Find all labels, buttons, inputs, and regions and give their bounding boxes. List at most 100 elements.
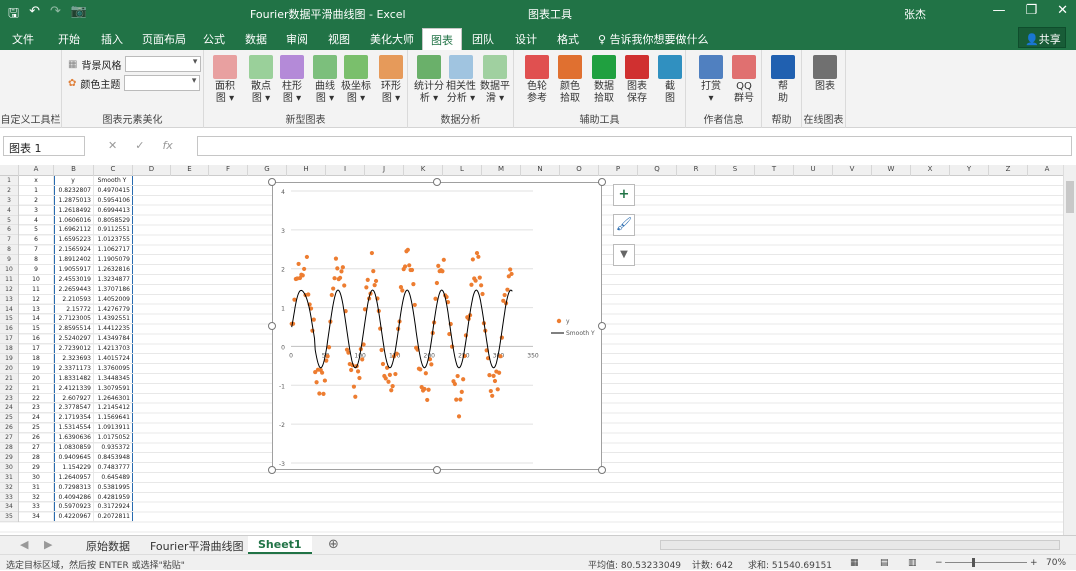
column-header[interactable]: E: [171, 165, 209, 176]
cell[interactable]: 15: [19, 324, 54, 334]
column-header[interactable]: X: [911, 165, 950, 176]
cell[interactable]: 0.4220967: [54, 512, 94, 522]
sheet-tab-sheet1[interactable]: Sheet1: [248, 536, 312, 554]
tab-design[interactable]: 设计: [515, 31, 537, 47]
cell[interactable]: 5: [19, 225, 54, 235]
column-header[interactable]: C: [94, 165, 133, 176]
column-header[interactable]: N: [521, 165, 560, 176]
bg-style-select[interactable]: [125, 56, 202, 72]
cell[interactable]: 0.4281959: [94, 492, 133, 502]
cell[interactable]: 1.4052009: [94, 294, 133, 304]
cell[interactable]: 2.607927: [54, 393, 94, 403]
row-header[interactable]: 26: [0, 423, 18, 434]
row-header[interactable]: 24: [0, 403, 18, 414]
cell[interactable]: 1.9055917: [54, 265, 94, 274]
scroll-right-icon[interactable]: ▶: [44, 538, 52, 551]
cell[interactable]: 6: [19, 235, 54, 245]
ribbon-button-donut-chart[interactable]: 环形 图 ▾: [376, 55, 406, 105]
cell[interactable]: 1.6390636: [54, 433, 94, 443]
resize-handle-tl[interactable]: [268, 178, 276, 186]
cell[interactable]: 16: [19, 334, 54, 344]
cell[interactable]: 1.154229: [54, 462, 94, 472]
column-header[interactable]: K: [404, 165, 443, 176]
tab-insert[interactable]: 插入: [101, 31, 123, 47]
cell[interactable]: 0.9112551: [94, 225, 133, 235]
tab-formulas[interactable]: 公式: [203, 31, 225, 47]
cell[interactable]: 0.4094286: [54, 492, 94, 502]
cell[interactable]: 1.4392551: [94, 314, 133, 324]
column-header[interactable]: W: [872, 165, 911, 176]
page-layout-view-icon[interactable]: ▤: [880, 558, 889, 568]
tell-me-box[interactable]: ♀ 告诉我你想要做什么: [598, 31, 709, 47]
column-header[interactable]: T: [755, 165, 794, 176]
cell[interactable]: 0.935372: [94, 443, 133, 452]
row-header[interactable]: 27: [0, 433, 18, 444]
cell[interactable]: 1.8912402: [54, 255, 94, 265]
cell[interactable]: 0.645489: [94, 472, 133, 482]
row-header[interactable]: 9: [0, 255, 18, 266]
cell[interactable]: 1.1905079: [94, 255, 133, 265]
ribbon-button-column-chart[interactable]: 柱形 图 ▾: [277, 55, 307, 105]
tab-view[interactable]: 视图: [328, 31, 350, 47]
row-header[interactable]: 19: [0, 354, 18, 364]
column-header[interactable]: L: [443, 165, 482, 176]
cell[interactable]: 18: [19, 354, 54, 363]
cell[interactable]: 1.3079591: [94, 383, 133, 393]
cell[interactable]: 1.0123755: [94, 235, 133, 245]
column-header[interactable]: O: [560, 165, 599, 176]
chart-filter-button[interactable]: ▼: [613, 244, 635, 266]
column-header[interactable]: A: [19, 165, 54, 176]
cell[interactable]: 31: [19, 482, 54, 492]
row-header[interactable]: 34: [0, 502, 18, 513]
cell[interactable]: 2: [19, 195, 54, 205]
cell[interactable]: 2.4121339: [54, 383, 94, 393]
ribbon-button-area-chart[interactable]: 面积 图 ▾: [210, 55, 240, 105]
row-header[interactable]: 28: [0, 443, 18, 453]
column-header[interactable]: B: [54, 165, 94, 176]
cell[interactable]: 9: [19, 265, 54, 274]
ribbon-button-scatter-chart[interactable]: 散点 图 ▾: [246, 55, 276, 105]
cell[interactable]: 32: [19, 492, 54, 502]
cell[interactable]: 33: [19, 502, 54, 512]
horizontal-scrollbar[interactable]: [660, 540, 1060, 550]
insert-function-icon[interactable]: fx: [162, 139, 172, 152]
cell[interactable]: 1: [19, 185, 54, 195]
ribbon-button-smooth[interactable]: 数据平 滑 ▾: [480, 55, 510, 105]
column-header[interactable]: I: [326, 165, 365, 176]
zoom-slider[interactable]: [945, 562, 1027, 563]
cell[interactable]: 0.5954106: [94, 195, 133, 205]
row-header[interactable]: 2: [0, 186, 18, 196]
select-all-corner[interactable]: [0, 165, 19, 176]
cell[interactable]: 24: [19, 413, 54, 423]
page-break-view-icon[interactable]: ▥: [908, 558, 917, 568]
zoom-out-icon[interactable]: −: [935, 558, 943, 568]
column-header[interactable]: V: [833, 165, 872, 176]
color-theme-select[interactable]: [124, 75, 201, 91]
row-header[interactable]: 6: [0, 225, 18, 236]
zoom-thumb[interactable]: [972, 558, 975, 567]
row-header[interactable]: 22: [0, 384, 18, 394]
chart-styles-button[interactable]: 🖌: [613, 214, 635, 236]
cell[interactable]: 7: [19, 245, 54, 255]
cell[interactable]: 1.8331482: [54, 373, 94, 383]
cell[interactable]: 1.0175052: [94, 433, 133, 443]
ribbon-button-curve-chart[interactable]: 曲线 图 ▾: [310, 55, 340, 105]
cell[interactable]: 1.3234877: [94, 274, 133, 284]
cell[interactable]: 2.3778547: [54, 403, 94, 413]
restore-button[interactable]: ❐: [1025, 3, 1037, 18]
ribbon-button-online-chart[interactable]: 图表: [810, 55, 840, 93]
cell[interactable]: 1.4349784: [94, 334, 133, 344]
resize-handle-r[interactable]: [598, 322, 606, 330]
cell[interactable]: 1.2632816: [94, 265, 133, 274]
cell[interactable]: 0.2072811: [94, 512, 133, 522]
row-header[interactable]: 21: [0, 374, 18, 384]
cell[interactable]: 0.9409645: [54, 452, 94, 462]
zoom-in-icon[interactable]: +: [1030, 558, 1038, 568]
cell[interactable]: Smooth Y: [94, 176, 133, 185]
cell[interactable]: 1.1569641: [94, 413, 133, 423]
column-header[interactable]: R: [677, 165, 716, 176]
cell[interactable]: 1.2640957: [54, 472, 94, 482]
cell[interactable]: 2.3371173: [54, 363, 94, 373]
cell[interactable]: 1.6962112: [54, 225, 94, 235]
ribbon-button-data-picker[interactable]: 数据 拾取: [589, 55, 619, 105]
